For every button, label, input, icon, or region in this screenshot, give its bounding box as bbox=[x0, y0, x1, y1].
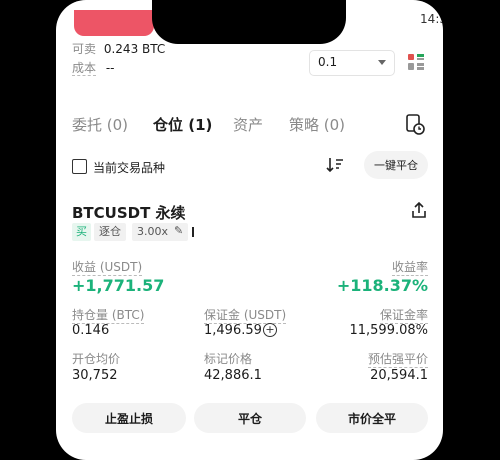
available-value: 0.243 BTC bbox=[103, 42, 166, 56]
mark-label: 标记价格 bbox=[204, 352, 253, 366]
entry-value: 30,752 bbox=[72, 368, 118, 383]
pnl-label: 收益 (USDT) bbox=[72, 260, 143, 276]
chevron-down-icon bbox=[378, 60, 386, 65]
roi-value: +118.37% bbox=[336, 276, 428, 295]
tab-assets[interactable]: 资产 bbox=[233, 114, 263, 135]
cost-label: 成本 bbox=[72, 61, 97, 76]
size-label: 持仓量 (BTC) bbox=[72, 308, 145, 324]
tpsl-button[interactable]: 止盈止损 bbox=[72, 403, 186, 433]
sell-button-partial[interactable] bbox=[74, 10, 154, 36]
qty-select-value: 0.1 bbox=[318, 55, 338, 69]
add-margin-icon[interactable]: + bbox=[263, 323, 277, 337]
margin-ratio-label: 保证金率 bbox=[379, 308, 428, 324]
size-value: 0.146 bbox=[72, 323, 110, 338]
tab-positions[interactable]: 仓位 (1) bbox=[153, 114, 212, 135]
close-position-button[interactable]: 平仓 bbox=[194, 403, 306, 433]
liq-value: 20,594.1 bbox=[370, 368, 428, 383]
grid-icon[interactable] bbox=[408, 54, 424, 70]
side-tag: 买 bbox=[72, 223, 91, 241]
close-all-button[interactable]: 一键平仓 bbox=[364, 151, 428, 179]
qty-select[interactable]: 0.1 bbox=[309, 50, 395, 76]
roi-label: 收益率 bbox=[391, 260, 428, 276]
share-icon[interactable] bbox=[410, 201, 428, 219]
tab-strategies[interactable]: 策略 (0) bbox=[289, 114, 345, 135]
market-close-button[interactable]: 市价全平 bbox=[316, 403, 428, 433]
tab-orders[interactable]: 委托 (0) bbox=[72, 114, 128, 135]
status-time: 14:3 bbox=[420, 12, 443, 26]
liq-label: 预估强平价 bbox=[367, 352, 428, 368]
order-history-icon[interactable] bbox=[405, 113, 425, 135]
margin-value: 1,496.59 bbox=[204, 323, 262, 338]
phone-notch bbox=[152, 0, 346, 44]
phone-screen: 14:3 可卖 0.243 BTC 成本 -- 0.1 委托 (0) 仓位 (1… bbox=[56, 0, 443, 460]
mark-value: 42,886.1 bbox=[204, 368, 262, 383]
sort-icon[interactable] bbox=[326, 156, 344, 174]
tag-divider bbox=[192, 227, 194, 237]
position-symbol[interactable]: BTCUSDT 永续 bbox=[72, 202, 186, 223]
current-symbol-checkbox[interactable] bbox=[72, 159, 87, 174]
current-symbol-label: 当前交易品种 bbox=[93, 161, 166, 175]
available-row: 可卖 0.243 BTC bbox=[72, 40, 165, 57]
pnl-value: +1,771.57 bbox=[72, 276, 165, 295]
cost-row: 成本 -- bbox=[72, 59, 115, 76]
chevron-right-icon[interactable]: › bbox=[180, 202, 186, 218]
entry-label: 开仓均价 bbox=[72, 352, 121, 366]
leverage-tag[interactable]: 3.00x ✎ bbox=[132, 223, 188, 241]
edit-icon: ✎ bbox=[174, 224, 184, 237]
margin-mode-tag: 逐仓 bbox=[94, 223, 126, 241]
cost-value: -- bbox=[105, 61, 115, 75]
margin-label: 保证金 (USDT) bbox=[204, 308, 287, 324]
leverage-value: 3.00x bbox=[137, 225, 169, 238]
available-label: 可卖 bbox=[72, 42, 97, 56]
margin-ratio-value: 11,599.08% bbox=[349, 323, 428, 338]
